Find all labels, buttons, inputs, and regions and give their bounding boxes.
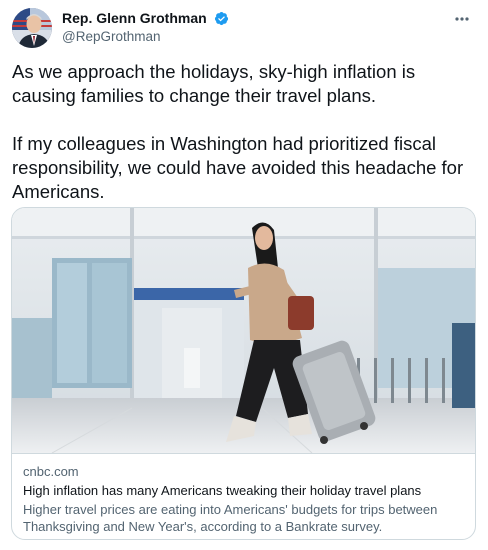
more-options-icon[interactable] xyxy=(452,9,472,29)
author-display-name[interactable]: Rep. Glenn Grothman xyxy=(62,9,207,27)
link-preview-card[interactable]: cnbc.com High inflation has many America… xyxy=(11,207,476,540)
author-names: Rep. Glenn Grothman @RepGrothman xyxy=(62,9,229,46)
tweet-text: As we approach the holidays, sky-high in… xyxy=(12,60,482,228)
tweet-paragraph: If my colleagues in Washington had prior… xyxy=(12,133,464,202)
verified-badge-icon xyxy=(214,11,229,26)
avatar[interactable] xyxy=(12,8,52,48)
author-handle[interactable]: @RepGrothman xyxy=(62,28,229,46)
tweet-header: Rep. Glenn Grothman @RepGrothman xyxy=(10,6,478,48)
card-body: cnbc.com High inflation has many America… xyxy=(23,463,468,535)
tweet-paragraph: As we approach the holidays, sky-high in… xyxy=(12,61,416,106)
card-domain: cnbc.com xyxy=(23,464,79,479)
card-divider xyxy=(12,453,475,454)
card-description: Higher travel prices are eating into Ame… xyxy=(23,502,438,534)
airport-traveler-photo[interactable] xyxy=(12,208,476,453)
card-title[interactable]: High inflation has many Americans tweaki… xyxy=(23,482,468,500)
